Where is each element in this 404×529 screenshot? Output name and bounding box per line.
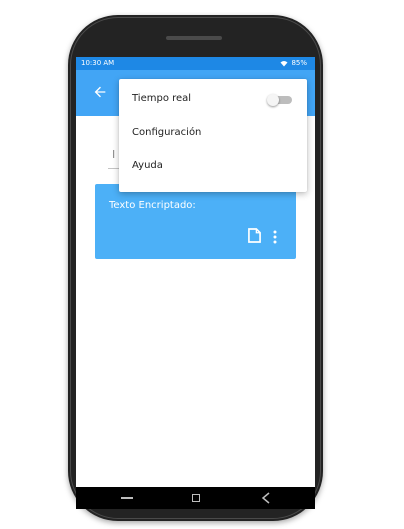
wifi-icon <box>280 61 288 67</box>
home-icon[interactable] <box>192 494 200 502</box>
phone-speaker <box>166 36 222 40</box>
back-icon[interactable] <box>261 492 271 504</box>
status-indicators: 85% <box>280 57 307 70</box>
encrypted-text-card: Texto Encriptado: <box>95 184 296 259</box>
toggle-thumb <box>267 94 279 106</box>
menu-item-ayuda[interactable]: Ayuda <box>119 150 307 183</box>
menu-item-configuracion[interactable]: Configuración <box>119 117 307 150</box>
system-nav-bar <box>76 487 315 509</box>
encrypted-text-label: Texto Encriptado: <box>109 200 196 211</box>
status-time: 10:30 AM <box>81 59 115 67</box>
arrow-back-icon[interactable] <box>92 84 108 100</box>
app-screen: 10:30 AM 85% I Texto Encriptado: Tiempo … <box>76 57 315 487</box>
realtime-toggle[interactable] <box>267 94 294 106</box>
input-placeholder: I <box>112 148 116 161</box>
more-vert-icon[interactable] <box>271 230 279 244</box>
overflow-menu: Tiempo real Configuración Ayuda <box>119 79 307 192</box>
menu-item-label: Configuración <box>132 127 202 138</box>
copy-icon[interactable] <box>248 228 261 243</box>
recent-apps-icon[interactable] <box>121 497 133 499</box>
status-bar: 10:30 AM 85% <box>76 57 315 70</box>
battery-level: 85% <box>291 59 307 67</box>
phone-frame: 10:30 AM 85% I Texto Encriptado: Tiempo … <box>68 15 323 521</box>
menu-item-tiempo-real[interactable]: Tiempo real <box>119 83 307 116</box>
menu-item-label: Tiempo real <box>132 93 192 104</box>
menu-item-label: Ayuda <box>132 160 163 171</box>
